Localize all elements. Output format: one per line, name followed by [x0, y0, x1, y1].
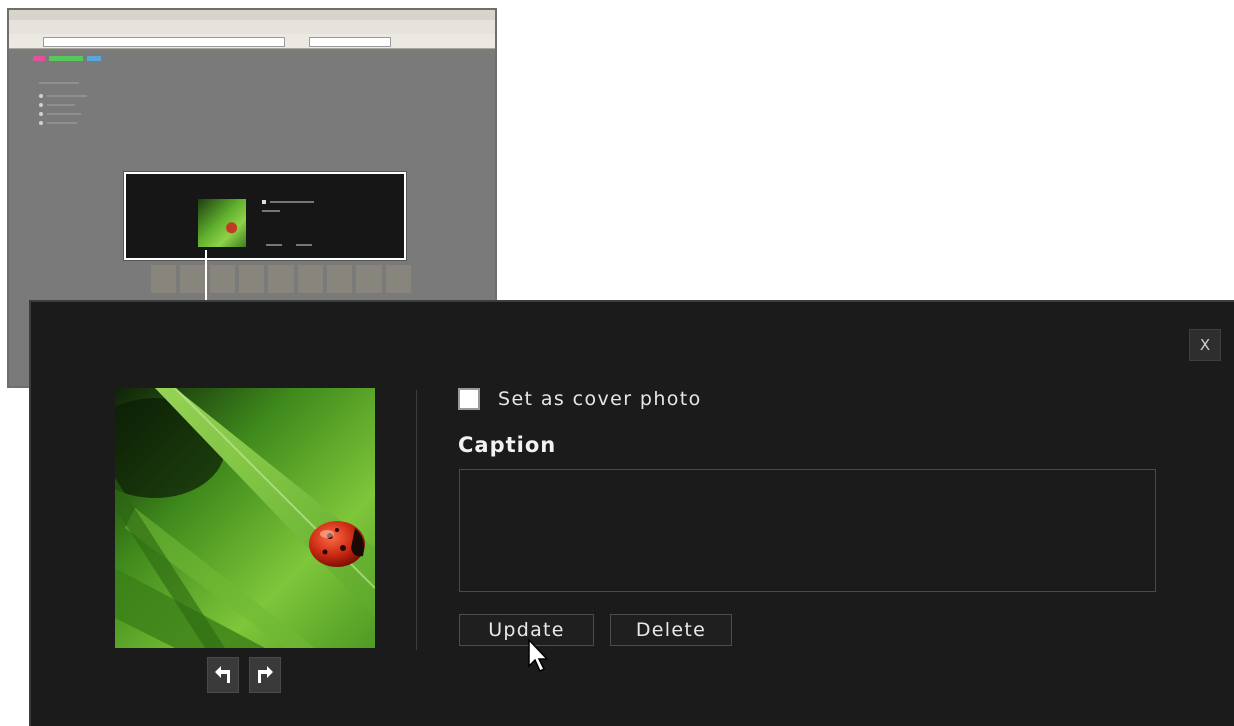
mini-menu-bar: [9, 20, 495, 35]
mini-text-line: [39, 82, 79, 84]
mini-tab-blue: [87, 56, 101, 61]
mini-text-line: [47, 104, 75, 106]
mini-text-line: [262, 210, 280, 212]
cover-photo-checkbox[interactable]: [458, 388, 480, 410]
close-button[interactable]: X: [1189, 329, 1221, 361]
mini-bullet: [39, 112, 43, 116]
mini-photo: [198, 199, 246, 247]
close-icon: X: [1199, 336, 1211, 354]
mini-thumbnail-strip: [151, 265, 411, 293]
rotate-right-button[interactable]: [249, 657, 281, 693]
rotate-left-icon: [215, 666, 230, 683]
mini-bullet: [39, 94, 43, 98]
caption-heading: Caption: [458, 433, 557, 457]
cover-photo-option: Set as cover photo: [458, 388, 702, 410]
zoom-connector-line: [205, 250, 207, 302]
mini-checkbox: [262, 200, 266, 204]
mini-tab-green: [49, 56, 83, 61]
mouse-pointer-icon: [528, 638, 549, 673]
ladybug-photo: [115, 388, 375, 648]
mini-text-line: [266, 244, 282, 246]
caption-input[interactable]: [459, 469, 1156, 592]
cover-photo-label: Set as cover photo: [498, 388, 702, 410]
delete-button[interactable]: Delete: [610, 614, 732, 646]
mini-text-line: [47, 113, 81, 115]
mini-text-line: [270, 201, 314, 203]
mini-title-bar: [9, 10, 495, 20]
mini-text-line: [47, 122, 77, 124]
photo-edit-dialog: X Set as cover photo Caption Update Dele…: [29, 300, 1234, 726]
mini-text-line: [296, 244, 312, 246]
mini-address-bar: [43, 37, 285, 47]
photo-preview: [115, 388, 375, 648]
mini-tab-pink: [33, 56, 45, 61]
mini-bullet: [39, 121, 43, 125]
mini-search-box: [309, 37, 391, 47]
vertical-divider: [416, 390, 417, 650]
mini-bullet: [39, 103, 43, 107]
mini-text-line: [47, 95, 87, 97]
rotate-left-button[interactable]: [207, 657, 239, 693]
mini-dialog-highlight: [123, 171, 407, 261]
rotate-right-icon: [258, 666, 273, 683]
